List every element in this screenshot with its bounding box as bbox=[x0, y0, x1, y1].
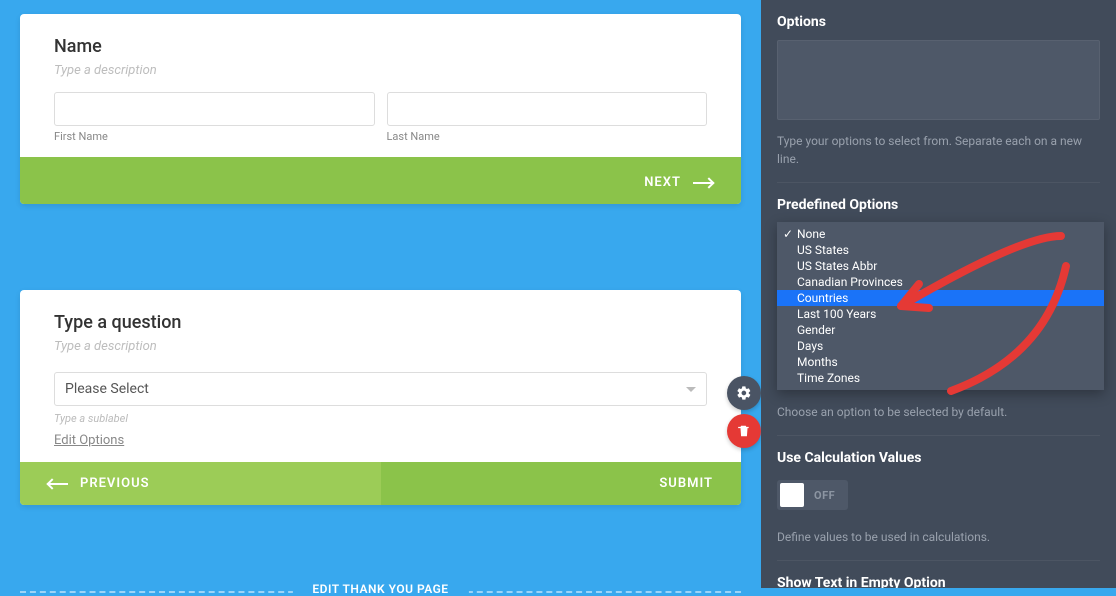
dropdown-item[interactable]: Months bbox=[777, 354, 1104, 370]
selected-help: Choose an option to be selected by defau… bbox=[777, 403, 1100, 421]
submit-button[interactable]: SUBMIT bbox=[381, 462, 742, 505]
first-name-label: First Name bbox=[54, 130, 375, 143]
dropdown-item[interactable]: Days bbox=[777, 338, 1104, 354]
calc-title: Use Calculation Values bbox=[777, 450, 1100, 466]
gear-icon bbox=[736, 385, 752, 401]
calc-toggle-label: OFF bbox=[804, 489, 845, 502]
dropdown-item[interactable]: Gender bbox=[777, 322, 1104, 338]
toggle-knob bbox=[780, 483, 804, 507]
question-card[interactable]: Type a question Type a description Pleas… bbox=[20, 290, 741, 505]
name-desc[interactable]: Type a description bbox=[54, 63, 707, 78]
previous-label: PREVIOUS bbox=[80, 476, 150, 491]
dropdown-item[interactable]: Time Zones bbox=[777, 370, 1104, 386]
dropdown-item[interactable]: Canadian Provinces bbox=[777, 274, 1104, 290]
empty-option-title: Show Text in Empty Option bbox=[777, 575, 1100, 588]
next-bar[interactable]: NEXT bbox=[20, 157, 741, 204]
dropdown-item[interactable]: Last 100 Years bbox=[777, 306, 1104, 322]
select-value: Please Select bbox=[65, 381, 149, 397]
predefined-dropdown-menu[interactable]: NoneUS StatesUS States AbbrCanadian Prov… bbox=[777, 222, 1104, 390]
select-dropdown[interactable]: Please Select bbox=[54, 372, 707, 406]
options-title: Options bbox=[777, 14, 1100, 30]
form-canvas: Name Type a description First Name Last … bbox=[0, 0, 761, 588]
thank-you-divider: EDIT THANK YOU PAGE bbox=[20, 591, 741, 593]
trash-icon bbox=[737, 423, 751, 439]
sidebar: Options Type your options to select from… bbox=[761, 0, 1116, 588]
options-textarea[interactable] bbox=[777, 40, 1100, 120]
last-name-input[interactable] bbox=[387, 92, 708, 126]
thank-you-link[interactable]: EDIT THANK YOU PAGE bbox=[292, 582, 468, 596]
previous-button[interactable]: PREVIOUS bbox=[20, 462, 381, 505]
question-title[interactable]: Type a question bbox=[54, 312, 707, 333]
first-name-input[interactable] bbox=[54, 92, 375, 126]
dropdown-item[interactable]: US States Abbr bbox=[777, 258, 1104, 274]
calc-help: Define values to be used in calculations… bbox=[777, 528, 1100, 546]
arrow-right-icon bbox=[693, 182, 713, 184]
name-title: Name bbox=[54, 36, 707, 57]
dropdown-item[interactable]: US States bbox=[777, 242, 1104, 258]
question-desc[interactable]: Type a description bbox=[54, 339, 707, 354]
delete-button[interactable] bbox=[727, 414, 761, 448]
predefined-title: Predefined Options bbox=[777, 197, 1100, 213]
caret-down-icon bbox=[686, 387, 696, 392]
next-label: NEXT bbox=[644, 175, 681, 190]
select-sublabel[interactable]: Type a sublabel bbox=[54, 412, 707, 425]
settings-button[interactable] bbox=[727, 376, 761, 410]
name-card[interactable]: Name Type a description First Name Last … bbox=[20, 14, 741, 204]
edit-options-link[interactable]: Edit Options bbox=[54, 433, 124, 448]
options-help: Type your options to select from. Separa… bbox=[777, 132, 1100, 168]
arrow-left-icon bbox=[48, 483, 68, 485]
dropdown-item[interactable]: None bbox=[777, 226, 1104, 242]
submit-label: SUBMIT bbox=[659, 476, 713, 491]
calc-toggle[interactable]: OFF bbox=[777, 480, 848, 510]
dropdown-item[interactable]: Countries bbox=[777, 290, 1104, 306]
last-name-label: Last Name bbox=[387, 130, 708, 143]
